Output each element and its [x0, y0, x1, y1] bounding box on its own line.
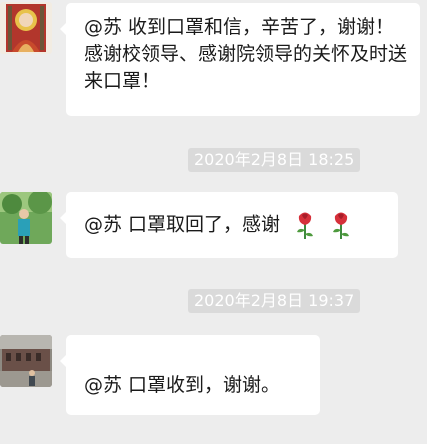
message-text: @苏 口罩取回了，感谢 [84, 213, 281, 236]
rose-icon [297, 212, 314, 239]
monk-portrait-avatar [0, 2, 52, 54]
sender-avatar[interactable] [0, 192, 52, 244]
building-scene-avatar [0, 335, 52, 387]
message-bubble[interactable]: @苏 口罩取回了，感谢 [60, 192, 398, 258]
sender-avatar[interactable] [0, 335, 52, 387]
outdoor-person-avatar [0, 192, 52, 244]
timestamp: 2020年2月8日 18:25 [188, 148, 361, 172]
sender-avatar[interactable] [0, 2, 52, 54]
message-bubble[interactable]: @苏 收到口罩和信，辛苦了，谢谢！感谢校领导、感谢院领导的关怀及时送来口罩！ [60, 3, 420, 116]
message-text: @苏 口罩收到，谢谢。 [84, 374, 281, 396]
timestamp: 2020年2月8日 19:37 [188, 289, 361, 313]
message-text: @苏 收到口罩和信，辛苦了，谢谢！感谢校领导、感谢院领导的关怀及时送来口罩！ [84, 16, 408, 92]
rose-icon [333, 212, 350, 239]
message-bubble[interactable]: @苏 口罩收到，谢谢。 [60, 335, 320, 415]
